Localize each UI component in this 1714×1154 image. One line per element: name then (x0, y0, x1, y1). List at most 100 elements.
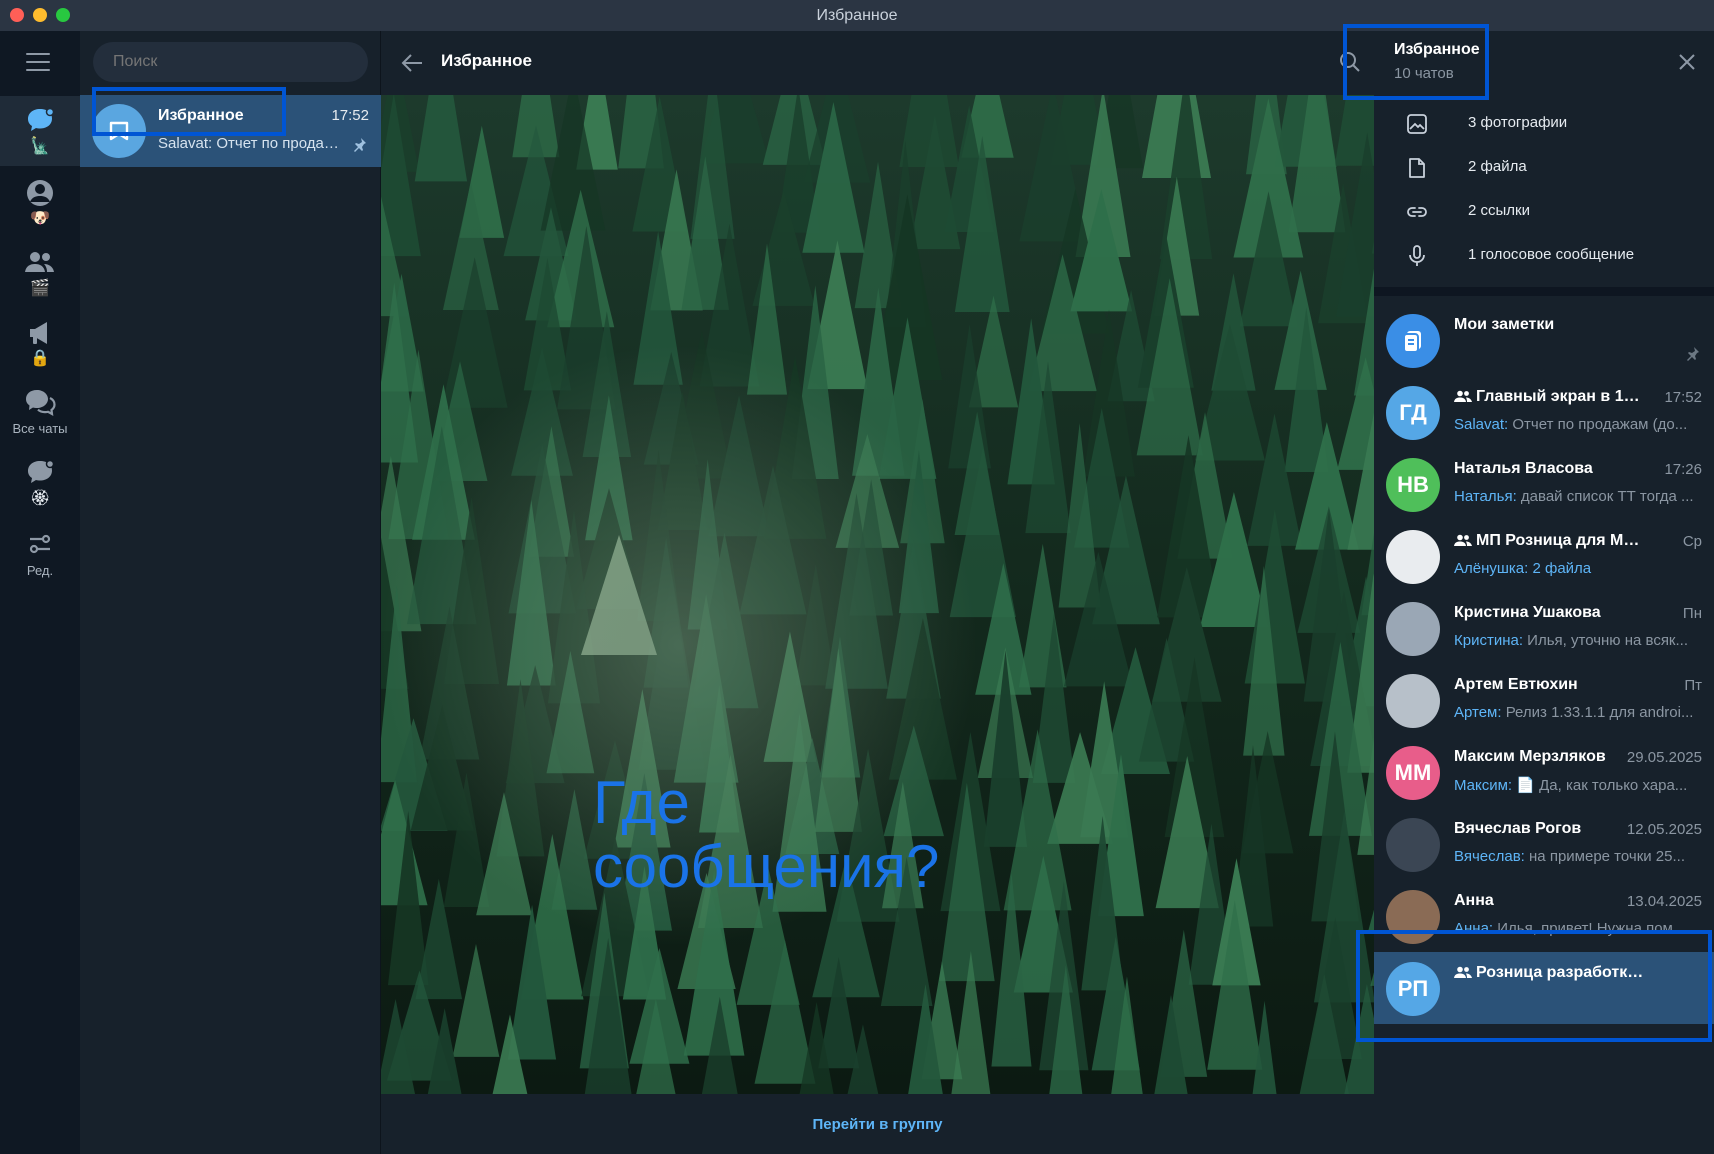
folder-item-1[interactable]: 🗽 (0, 96, 80, 166)
folder-item-edit[interactable]: Ред. (0, 518, 80, 588)
chat-preview: Вячеслав: на примере точки 25... (1454, 848, 1685, 865)
settings-sliders-icon (29, 534, 51, 553)
chat-bubble-icon (28, 107, 55, 131)
folder-chat-item[interactable]: ММ Максим Мерзляков 29.05.2025 Максим: 📄 Да… (1374, 736, 1714, 808)
chat-header: Избранное (381, 31, 1374, 95)
telegram-window: Избранное 🗽 🐶 🎬 🔒 Все чаты 🏵 Ред. Поиск … (0, 0, 1714, 1154)
chat-name: Анна (1454, 892, 1494, 909)
user-icon (27, 180, 53, 206)
minimize-window-button[interactable] (33, 8, 47, 22)
folder-item-3[interactable]: 🎬 (0, 238, 80, 308)
folder-item-2[interactable]: 🐶 (0, 168, 80, 238)
search-input[interactable] (93, 42, 368, 82)
panel-subtitle: 10 чатов (1394, 65, 1454, 82)
avatar: РП (1386, 962, 1440, 1016)
folder-chat-item[interactable]: РП Розница разработка + Под... (1374, 952, 1714, 1024)
folder-item-4[interactable]: 🔒 (0, 308, 80, 378)
folder-chat-item[interactable]: Кристина Ушакова Пн Кристина: Илья, уточню… (1374, 592, 1714, 664)
folder-label: Все чаты (12, 420, 68, 436)
file-icon (1409, 158, 1425, 178)
folder-item-all-chats[interactable]: Все чаты (0, 376, 80, 446)
chat-time: Пт (1684, 677, 1702, 694)
chat-time: 12.05.2025 (1626, 821, 1702, 838)
chat-preview: Артем: Релиз 1.33.1.1 для androi... (1454, 704, 1694, 721)
notes-icon (1403, 331, 1421, 353)
media-photos[interactable]: 3 фотографии (1374, 102, 1714, 146)
folder-emoji: 🏵 (29, 490, 51, 507)
chat-time: 17:52 (1664, 389, 1702, 406)
chat-item-favorites[interactable]: Избранное 17:52 Salavat: Отчет по продаж… (80, 95, 381, 167)
group-icon (25, 252, 54, 272)
go-to-group-link[interactable]: Перейти в группу (813, 1116, 943, 1133)
avatar (1386, 818, 1440, 872)
chat-preview: Алёнушка: 2 файла (1454, 560, 1592, 577)
close-window-button[interactable] (10, 8, 24, 22)
media-voice[interactable]: 1 голосовое сообщение (1374, 234, 1714, 278)
window-title: Избранное (816, 6, 898, 24)
folder-emoji: 🗽 (30, 138, 50, 155)
pin-icon (354, 138, 366, 152)
chat-preview: Кристина: Илья, уточню на всяк... (1454, 632, 1689, 649)
avatar (1386, 674, 1440, 728)
chat-name: Главный экран в 1С: ... (1454, 388, 1644, 406)
avatar: НВ (1386, 458, 1440, 512)
title-bar: Избранное (0, 0, 1714, 31)
divider (1374, 287, 1714, 296)
chat-footer: Перейти в группу (381, 1094, 1374, 1154)
chat-preview: Salavat: Отчет по продажам (до... (1454, 416, 1688, 433)
avatar (1386, 602, 1440, 656)
folder-chat-item[interactable]: МП Розница для Микро... Ср Алёнушка: 2 фай… (1374, 520, 1714, 592)
folder-emoji: 🎬 (30, 280, 50, 297)
megaphone-icon (30, 322, 47, 344)
chat-area: Избранное Где сообщения? Перейти в групп… (381, 31, 1374, 1154)
media-files[interactable]: 2 файла (1374, 146, 1714, 190)
folder-label: Ред. (26, 562, 54, 578)
chat-preview: Максим: 📄 Да, как только хара... (1454, 777, 1688, 794)
avatar (1386, 530, 1440, 584)
media-links[interactable]: 2 ссылки (1374, 190, 1714, 234)
chats-icon (26, 389, 56, 416)
avatar: ММ (1386, 746, 1440, 800)
folder-info-panel: Избранное 10 чатов 3 фотографии 2 файла … (1374, 31, 1714, 1154)
group-icon (1454, 390, 1472, 402)
avatar (1386, 890, 1440, 944)
chat-name: МП Розница для Микро... (1454, 532, 1644, 550)
zoom-window-button[interactable] (56, 8, 70, 22)
chat-name: Максим Мерзляков (1454, 748, 1606, 765)
folders-sidebar: 🗽 🐶 🎬 🔒 Все чаты 🏵 Ред. (0, 31, 80, 1154)
chat-time: 29.05.2025 (1626, 749, 1702, 766)
search-icon[interactable] (1339, 51, 1361, 73)
folder-item-6[interactable]: 🏵 (0, 448, 80, 518)
folder-chat-item[interactable]: НВ Наталья Власова 17:26 Наталья: давай спи… (1374, 448, 1714, 520)
folder-chat-item[interactable]: Вячеслав Рогов 12.05.2025 Вячеслав: на при… (1374, 808, 1714, 880)
chat-name: Наталья Власова (1454, 460, 1593, 477)
folder-emoji: 🐶 (30, 210, 50, 227)
hamburger-menu-icon[interactable] (26, 53, 50, 73)
chat-title: Избранное (441, 51, 532, 70)
chat-time: Пн (1682, 605, 1702, 622)
folder-chat-item[interactable]: Анна 13.04.2025 Анна: Илья, привет! Нужна … (1374, 880, 1714, 952)
folder-chat-item[interactable]: ГД Главный экран в 1С: ... 17:52 Salavat: О… (1374, 376, 1714, 448)
microphone-icon (1409, 245, 1425, 266)
folder-chat-item[interactable]: Артем Евтюхин Пт Артем: Релиз 1.33.1.1 для… (1374, 664, 1714, 736)
chat-name: Артем Евтюхин (1454, 676, 1578, 693)
folder-emoji: 🔒 (30, 350, 50, 367)
chat-name: Розница разработка + Под... (1454, 964, 1644, 982)
folder-chat-item[interactable]: Мои заметки (1374, 304, 1714, 376)
panel-title: Избранное (1394, 41, 1480, 58)
chat-name: Мои заметки (1454, 316, 1555, 333)
chat-preview: Salavat: Отчет по продажам (до... (158, 135, 348, 152)
avatar (1386, 314, 1440, 368)
avatar (92, 104, 146, 158)
back-arrow-icon[interactable] (401, 53, 423, 73)
photo-icon (1407, 114, 1427, 134)
chat-preview: Анна: Илья, привет! Нужна пом... (1454, 920, 1686, 937)
chat-time: 13.04.2025 (1626, 893, 1702, 910)
window-controls (10, 8, 70, 22)
chat-name: Вячеслав Рогов (1454, 820, 1582, 837)
chat-time: 17:52 (331, 107, 369, 124)
forest-wallpaper (381, 95, 1374, 1095)
close-icon[interactable] (1678, 53, 1696, 71)
pin-icon (1687, 347, 1699, 361)
chat-time: Ср (1682, 533, 1702, 550)
